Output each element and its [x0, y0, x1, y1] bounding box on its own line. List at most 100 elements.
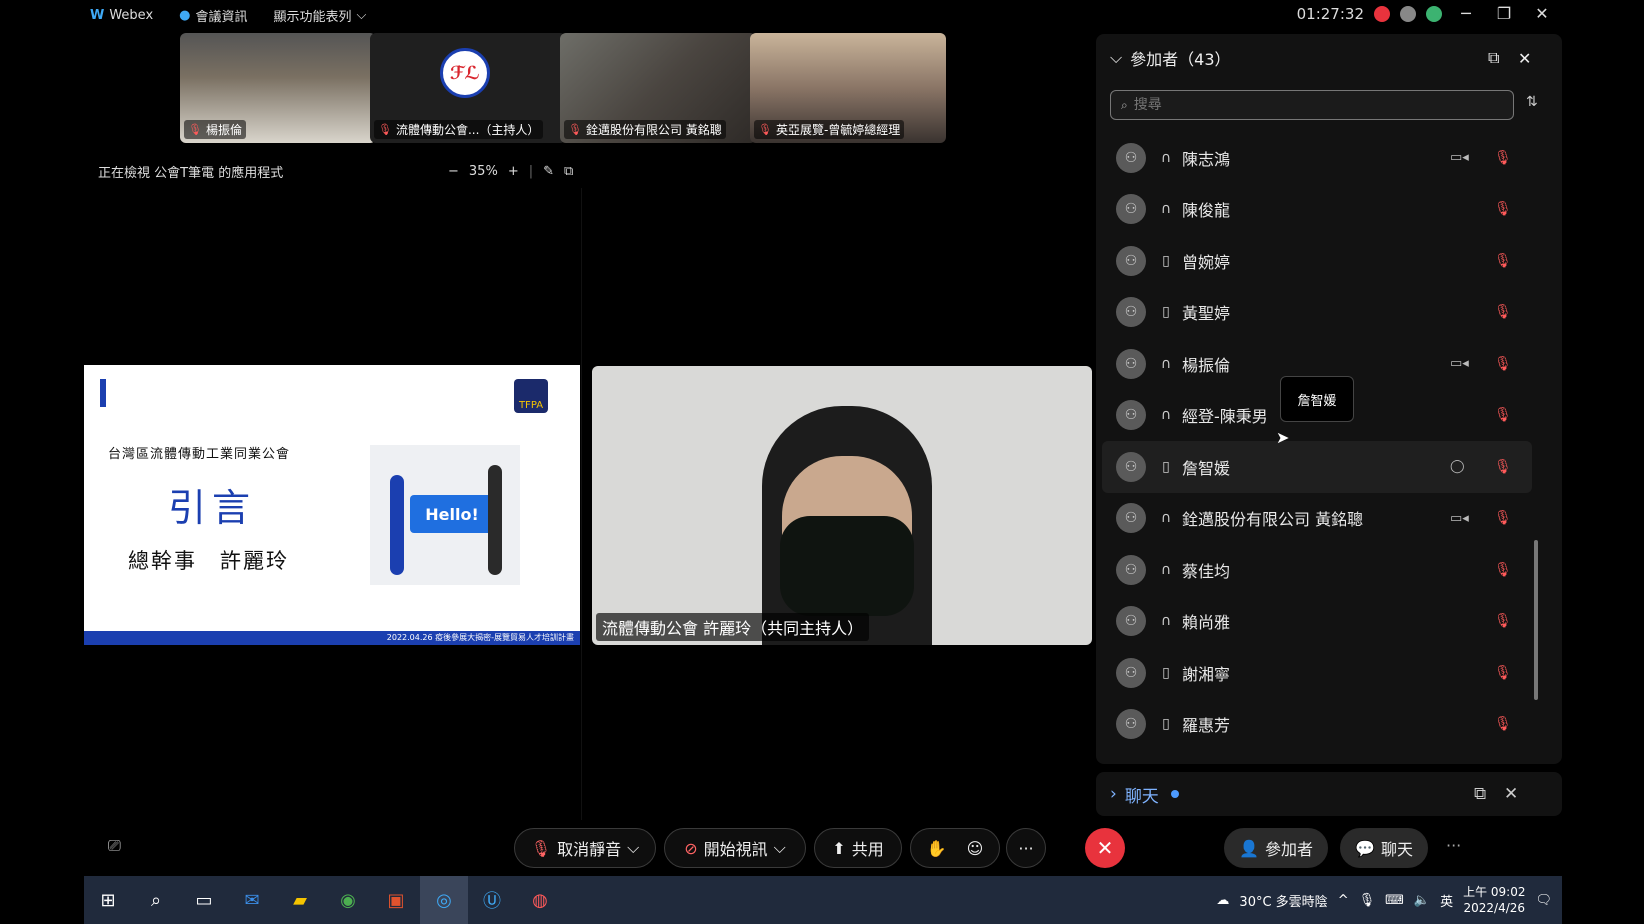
- search-icon[interactable]: ⌕: [132, 876, 180, 924]
- muted-mic-icon[interactable]: 🎙: [1494, 459, 1512, 475]
- muted-mic-icon[interactable]: 🎙: [1494, 562, 1512, 578]
- more-panels-button[interactable]: ···: [1446, 836, 1461, 855]
- avatar: ⚇: [1116, 348, 1146, 379]
- show-menu-bar-button[interactable]: 顯示功能表列 ⌵: [274, 6, 367, 25]
- taskbar-clock[interactable]: 上午 09:02 2022/4/26: [1463, 884, 1525, 916]
- muted-mic-icon[interactable]: 🎙: [1494, 253, 1512, 269]
- participant-thumbnail[interactable]: 🎙 英亞展覽-曾毓婷總經理: [750, 33, 946, 143]
- muted-mic-icon[interactable]: 🎙: [1494, 407, 1512, 423]
- muted-mic-icon[interactable]: 🎙: [1494, 510, 1512, 526]
- participant-name: 陳俊龍: [1182, 201, 1231, 221]
- shared-slide: TFPA 台灣區流體傳動工業同業公會 引言 總幹事 許麗玲 Hello! 202…: [84, 365, 580, 645]
- webex-taskbar-icon[interactable]: ◎: [420, 876, 468, 924]
- participant-row[interactable]: ⚇ ▯ 曾婉婷 🎙: [1102, 235, 1532, 287]
- outlook-icon[interactable]: ✉: [228, 876, 276, 924]
- participants-button[interactable]: 👤 參加者: [1224, 828, 1328, 868]
- participant-thumbnail[interactable]: 🎙 楊振倫: [180, 33, 376, 143]
- participant-thumbnail[interactable]: 🎙 銓邁股份有限公司 黃銘聰: [560, 33, 756, 143]
- chat-close-icon[interactable]: ✕: [1504, 784, 1518, 804]
- unmute-button[interactable]: 🎙 取消靜音 ⌵: [514, 828, 656, 868]
- participant-row[interactable]: ⚇ ∩ 賴尚雅 🎙: [1102, 596, 1532, 648]
- raise-hand-icon[interactable]: ✋: [927, 839, 947, 858]
- recorder-taskbar-icon[interactable]: ◍: [516, 876, 564, 924]
- muted-mic-icon[interactable]: 🎙: [1494, 665, 1512, 681]
- muted-mic-icon[interactable]: 🎙: [1494, 716, 1512, 732]
- participant-name: 銓邁股份有限公司 黃銘聰: [1182, 510, 1364, 530]
- meeting-controls: ⎚ 🎙 取消靜音 ⌵ ⊘ 開始視訊 ⌵ ⬆ 共用 ✋ ☺ ··· ✕ 👤 參加者…: [84, 826, 1562, 874]
- leave-meeting-button[interactable]: ✕: [1085, 828, 1125, 868]
- file-explorer-icon[interactable]: ▰: [276, 876, 324, 924]
- participant-row[interactable]: ⚇ ▯ 黃聖婷 🎙: [1102, 287, 1532, 339]
- participant-row[interactable]: ⚇ ∩ 銓邁股份有限公司 黃銘聰 ▭◂ 🎙: [1102, 493, 1532, 545]
- captions-icon[interactable]: ⎚: [108, 836, 121, 856]
- participant-search[interactable]: ⌕: [1110, 90, 1514, 120]
- participant-row[interactable]: ⚇ ∩ 陳俊龍 🎙: [1102, 184, 1532, 236]
- thumbnail-label: 🎙 流體傳動公會...（主持人）: [374, 120, 544, 139]
- muted-mic-icon[interactable]: 🎙: [1494, 304, 1512, 320]
- muted-mic-icon[interactable]: 🎙: [1494, 201, 1512, 217]
- tray-chevron-icon[interactable]: ^: [1338, 893, 1349, 908]
- close-window-button[interactable]: ✕: [1528, 4, 1556, 23]
- notification-icon[interactable]: 🗨: [1535, 893, 1552, 908]
- chat-panel-header[interactable]: › 聊天 ⧉ ✕: [1096, 772, 1562, 816]
- chat-popout-icon[interactable]: ⧉: [1474, 784, 1486, 804]
- reactions-icon[interactable]: ☺: [967, 839, 984, 858]
- sort-icon[interactable]: ⇅: [1526, 94, 1538, 110]
- chrome-icon[interactable]: ◉: [324, 876, 372, 924]
- zoom-level: 35%: [468, 163, 498, 179]
- participant-row[interactable]: ⚇ ▯ 羅惠芳 🎙: [1102, 699, 1532, 751]
- weather-icon[interactable]: ☁: [1216, 893, 1229, 908]
- muted-mic-icon: 🎙: [568, 123, 582, 136]
- participant-row[interactable]: ⚇ ▯ 謝湘寧 🎙: [1102, 647, 1532, 699]
- mic-tray-icon[interactable]: 🎙: [1359, 893, 1376, 908]
- muted-mic-icon[interactable]: 🎙: [1494, 356, 1512, 372]
- chevron-down-icon[interactable]: ⌵: [627, 838, 639, 858]
- more-options-button[interactable]: ···: [1006, 828, 1046, 868]
- thumbnail-label: 🎙 楊振倫: [184, 120, 246, 139]
- collapse-chevron-icon[interactable]: ⌵: [1110, 48, 1122, 68]
- expand-chevron-icon[interactable]: ›: [1110, 784, 1117, 804]
- restore-button[interactable]: ❐: [1490, 4, 1518, 23]
- participant-name: 黃聖婷: [1182, 304, 1231, 324]
- minimize-button[interactable]: ─: [1452, 4, 1480, 23]
- zoom-in-button[interactable]: +: [508, 164, 519, 179]
- search-input[interactable]: [1133, 97, 1494, 113]
- office-icon[interactable]: ▣: [372, 876, 420, 924]
- ime-indicator[interactable]: 英: [1440, 891, 1453, 910]
- close-panel-icon[interactable]: ✕: [1518, 49, 1531, 68]
- chat-button[interactable]: 💬 聊天: [1340, 828, 1428, 868]
- start-menu-icon[interactable]: ⊞: [84, 876, 132, 924]
- muted-mic-icon[interactable]: 🎙: [1494, 613, 1512, 629]
- zoom-out-button[interactable]: −: [448, 164, 459, 179]
- webex-app-menu[interactable]: W Webex: [90, 6, 153, 25]
- participant-scrollbar[interactable]: [1534, 130, 1538, 710]
- participant-row[interactable]: ⚇ ∩ 蔡佳均 🎙: [1102, 544, 1532, 596]
- recording-icon[interactable]: [1374, 5, 1390, 22]
- popout-icon[interactable]: ⧉: [1488, 48, 1499, 68]
- network-tray-icon[interactable]: ⌨: [1385, 893, 1404, 908]
- fit-screen-icon[interactable]: ⧉: [564, 164, 573, 179]
- muted-mic-icon[interactable]: 🎙: [1494, 150, 1512, 166]
- speaker-mask: [780, 516, 914, 616]
- volume-tray-icon[interactable]: 🔈: [1414, 893, 1430, 908]
- start-video-button[interactable]: ⊘ 開始視訊 ⌵: [664, 828, 806, 868]
- active-speaker-video[interactable]: 流體傳動公會 許麗玲（共同主持人）: [592, 366, 1092, 645]
- chevron-down-icon[interactable]: ⌵: [774, 838, 786, 858]
- participant-row[interactable]: ⚇ ∩ 陳志鴻 ▭◂ 🎙: [1102, 132, 1532, 184]
- scroll-thumb[interactable]: [1534, 540, 1538, 700]
- webex-meetings-taskbar-icon[interactable]: Ⓤ: [468, 876, 516, 924]
- weather-text[interactable]: 30°C 多雲時陰: [1239, 891, 1327, 910]
- participant-thumbnail[interactable]: ℱℒ 🎙 流體傳動公會...（主持人）: [370, 33, 566, 143]
- participant-row[interactable]: ⚇ ▯ 詹智媛 ◯ 🎙: [1102, 441, 1532, 493]
- settings-status-icon[interactable]: [1400, 5, 1416, 22]
- headset-icon: ∩: [1160, 561, 1172, 578]
- avatar: ⚇: [1116, 142, 1146, 173]
- headset-icon: ∩: [1160, 510, 1172, 527]
- network-status-icon[interactable]: [1426, 5, 1442, 22]
- participant-name: 羅惠芳: [1182, 716, 1231, 736]
- chat-bubble-icon[interactable]: ◯: [1450, 459, 1465, 474]
- task-view-icon[interactable]: ▭: [180, 876, 228, 924]
- annotate-icon[interactable]: ✎: [543, 164, 554, 179]
- share-button[interactable]: ⬆ 共用: [814, 828, 902, 868]
- meeting-info-button[interactable]: ● 會議資訊: [179, 6, 247, 25]
